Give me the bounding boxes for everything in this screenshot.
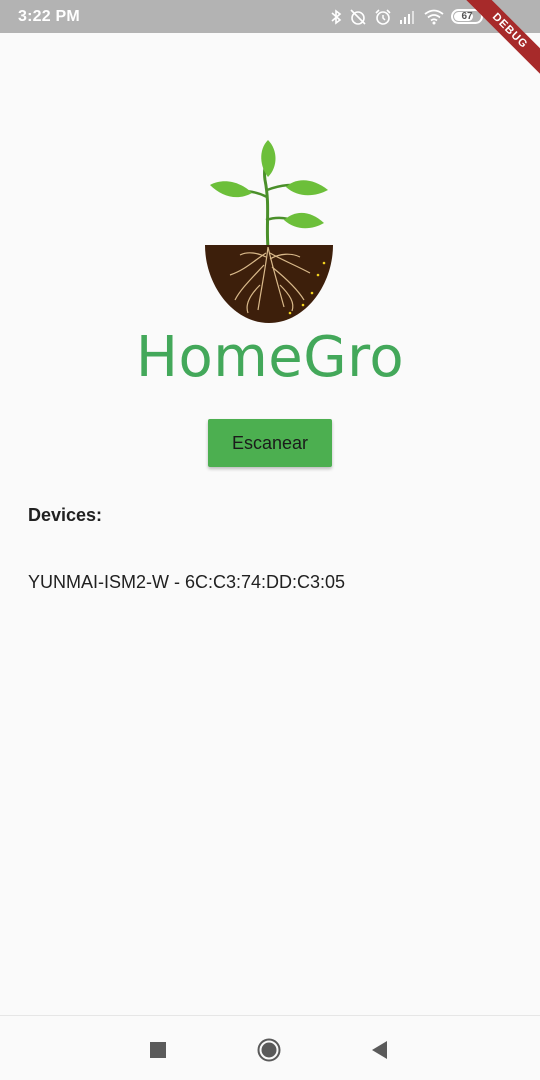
recent-apps-icon[interactable]	[146, 1038, 170, 1062]
home-icon[interactable]	[257, 1038, 281, 1062]
plant-logo-icon	[205, 140, 333, 323]
devices-heading: Devices:	[28, 505, 103, 525]
charging-icon	[491, 9, 499, 24]
battery-level: 67	[461, 11, 473, 22]
battery-icon: 67	[451, 9, 483, 24]
status-bar: 3:22 PM 67	[0, 0, 540, 33]
device-list: YUNMAI-ISM2-W - 6C:C3:74:DD:C3:05	[28, 572, 345, 593]
alarm-icon	[375, 8, 391, 25]
scan-button[interactable]: Escanear	[208, 419, 332, 467]
navigation-bar	[0, 1015, 540, 1080]
device-list-item[interactable]: YUNMAI-ISM2-W - 6C:C3:74:DD:C3:05	[28, 572, 345, 593]
signal-icon	[400, 10, 414, 24]
status-icons: 67	[330, 8, 500, 26]
app-title: HomeGro	[135, 325, 405, 390]
bluetooth-icon	[331, 8, 342, 25]
wifi-icon	[424, 9, 444, 24]
status-time: 3:22 PM	[18, 7, 80, 25]
back-icon[interactable]	[368, 1038, 392, 1062]
alarm-off-icon	[350, 8, 366, 25]
